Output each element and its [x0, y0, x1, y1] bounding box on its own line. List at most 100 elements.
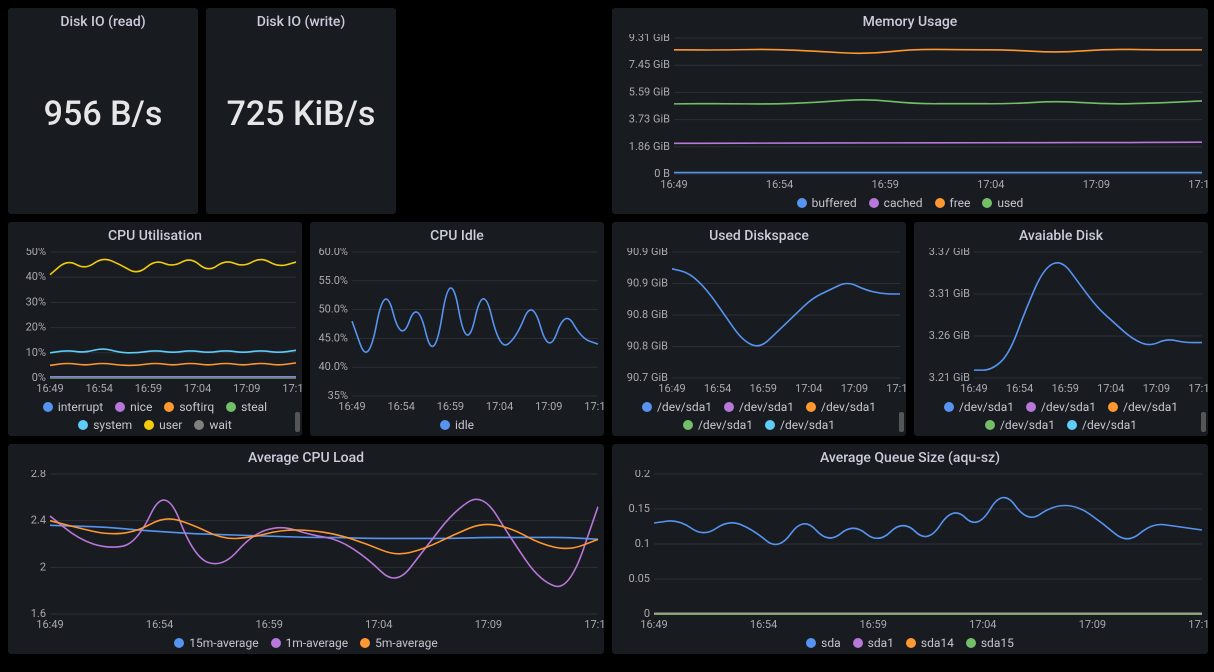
legend-label: sda15 [981, 636, 1014, 650]
legend-item[interactable]: sda [806, 636, 841, 650]
legend-dot-icon [869, 198, 879, 208]
series-line[interactable] [654, 498, 1202, 545]
legend-label: /dev/sda1 [739, 400, 794, 414]
chart-area[interactable]: 0 B1.86 GiB3.73 GiB5.59 GiB7.45 GiB9.31 … [612, 34, 1208, 192]
chart-area[interactable]: 90.7 GiB90.8 GiB90.8 GiB90.9 GiB90.9 GiB… [612, 248, 906, 396]
legend-item[interactable]: sda1 [853, 636, 894, 650]
legend[interactable]: sda sda1 sda14 sda15 [612, 632, 1208, 654]
legend-item[interactable]: /dev/sda1 [765, 418, 835, 432]
x-tick-label: 17:14 [1188, 618, 1208, 631]
chart-area[interactable]: 35%40.0%45.0%50.0%55.0%60.0%16:4916:5416… [310, 248, 604, 414]
legend-dot-icon [1026, 402, 1036, 412]
panel-cpu-utilisation[interactable]: CPU Utilisation 0%10%20%30%40%50%16:4916… [8, 222, 302, 436]
scrollbar-icon[interactable] [295, 412, 300, 432]
series-line[interactable] [674, 49, 1202, 53]
legend-dot-icon [935, 198, 945, 208]
legend-item[interactable]: 5m-average [360, 636, 438, 650]
series-line[interactable] [352, 288, 598, 352]
legend-item[interactable]: interrupt [43, 400, 103, 414]
series-line[interactable] [672, 269, 900, 346]
legend-item[interactable]: sda14 [906, 636, 954, 650]
chart-area[interactable]: 3.21 GiB3.26 GiB3.31 GiB3.37 GiB16:4916:… [914, 248, 1208, 396]
legend-item[interactable]: sda15 [966, 636, 1014, 650]
x-tick-label: 16:54 [1006, 382, 1033, 395]
legend-item[interactable]: 15m-average [174, 636, 258, 650]
legend[interactable]: buffered cached free used [612, 192, 1208, 214]
legend-item[interactable]: user [144, 418, 182, 432]
y-tick-label: 90.8 GiB [627, 340, 668, 353]
series-line[interactable] [50, 259, 296, 274]
legend-label: /dev/sda1 [959, 400, 1014, 414]
panel-disk-io-write[interactable]: Disk IO (write) 725 KiB/s [206, 8, 396, 214]
y-tick-label: 60.0% [318, 248, 348, 258]
row-cpu: CPU Utilisation 0%10%20%30%40%50%16:4916… [8, 222, 604, 436]
scrollbar-icon[interactable] [1201, 412, 1206, 432]
legend-item[interactable]: /dev/sda1 [683, 418, 753, 432]
x-tick-label: 17:14 [1188, 178, 1208, 191]
legend-item[interactable]: buffered [797, 196, 857, 210]
series-line[interactable] [674, 142, 1202, 143]
legend-item[interactable]: idle [440, 418, 474, 432]
chart-area[interactable]: 0%10%20%30%40%50%16:4916:5416:5917:0417:… [8, 248, 302, 396]
panel-cpu-idle[interactable]: CPU Idle 35%40.0%45.0%50.0%55.0%60.0%16:… [310, 222, 604, 436]
legend-item[interactable]: /dev/sda1 [724, 400, 794, 414]
legend[interactable]: /dev/sda1/dev/sda1/dev/sda1/dev/sda1/dev… [914, 396, 1208, 436]
x-tick-label: 17:09 [1083, 178, 1110, 191]
chart-area[interactable]: 00.050.10.150.216:4916:5416:5917:0417:09… [612, 470, 1208, 632]
legend-item[interactable]: free [935, 196, 971, 210]
legend-label: 1m-average [286, 636, 349, 650]
scrollbar-icon[interactable] [899, 412, 904, 432]
legend-dot-icon [144, 420, 154, 430]
legend-item[interactable]: steal [226, 400, 267, 414]
panel-available-disk[interactable]: Avaiable Disk 3.21 GiB3.26 GiB3.31 GiB3.… [914, 222, 1208, 436]
legend[interactable]: 15m-average 1m-average 5m-average [8, 632, 604, 654]
x-tick-label: 16:59 [749, 382, 776, 395]
legend-item[interactable]: 1m-average [271, 636, 349, 650]
legend-label: system [93, 418, 132, 432]
legend-label: idle [455, 418, 474, 432]
legend-dot-icon [642, 402, 652, 412]
legend[interactable]: interrupt nice softirq steal system user wait [8, 396, 302, 436]
x-tick-label: 16:49 [36, 618, 63, 631]
legend-dot-icon [797, 198, 807, 208]
x-tick-label: 16:54 [750, 618, 777, 631]
panel-avg-cpu-load[interactable]: Average CPU Load 1.622.42.816:4916:5416:… [8, 444, 604, 654]
legend-item[interactable]: /dev/sda1 [806, 400, 876, 414]
legend-dot-icon [906, 638, 916, 648]
legend-item[interactable]: /dev/sda1 [985, 418, 1055, 432]
panel-disk-io-read[interactable]: Disk IO (read) 956 B/s [8, 8, 198, 214]
legend-item[interactable]: used [982, 196, 1023, 210]
panel-avg-queue-size[interactable]: Average Queue Size (aqu-sz) 00.050.10.15… [612, 444, 1208, 654]
legend-item[interactable]: /dev/sda1 [944, 400, 1014, 414]
legend-label: wait [209, 418, 231, 432]
series-line[interactable] [674, 100, 1202, 104]
panel-memory-usage[interactable]: Memory Usage 0 B1.86 GiB3.73 GiB5.59 GiB… [612, 8, 1208, 214]
y-tick-label: 50.0% [318, 303, 348, 316]
series-line[interactable] [50, 499, 598, 586]
x-tick-label: 17:04 [977, 178, 1004, 191]
chart-area[interactable]: 1.622.42.816:4916:5416:5917:0417:0917:14 [8, 470, 604, 632]
legend-label: /dev/sda1 [1082, 418, 1137, 432]
legend-item[interactable]: wait [194, 418, 231, 432]
legend[interactable]: /dev/sda1/dev/sda1/dev/sda1/dev/sda1/dev… [612, 396, 906, 436]
legend-item[interactable]: nice [115, 400, 152, 414]
legend[interactable]: idle [310, 414, 604, 436]
legend-item[interactable]: /dev/sda1 [1108, 400, 1178, 414]
x-tick-label: 17:04 [365, 618, 392, 631]
series-line[interactable] [50, 349, 296, 353]
series-line[interactable] [50, 363, 296, 366]
x-tick-label: 16:49 [660, 178, 687, 191]
series-line[interactable] [974, 263, 1202, 370]
legend-item[interactable]: cached [869, 196, 923, 210]
legend-item[interactable]: /dev/sda1 [1067, 418, 1137, 432]
legend-item[interactable]: softirq [164, 400, 214, 414]
legend-dot-icon [78, 420, 88, 430]
legend-dot-icon [724, 402, 734, 412]
legend-item[interactable]: /dev/sda1 [642, 400, 712, 414]
legend-label: interrupt [58, 400, 103, 414]
panel-used-diskspace[interactable]: Used Diskspace 90.7 GiB90.8 GiB90.8 GiB9… [612, 222, 906, 436]
x-tick-label: 16:54 [146, 618, 173, 631]
legend-item[interactable]: system [78, 418, 132, 432]
x-tick-label: 17:09 [535, 400, 562, 413]
legend-item[interactable]: /dev/sda1 [1026, 400, 1096, 414]
